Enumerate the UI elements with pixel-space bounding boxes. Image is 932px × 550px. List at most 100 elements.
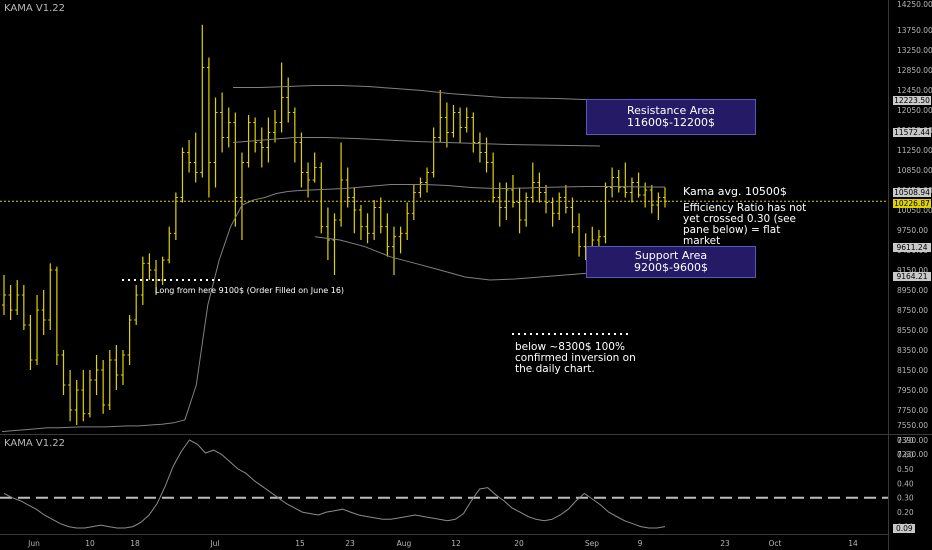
y-tick-label: 9750.00 — [897, 226, 928, 235]
ohlc-bar — [147, 253, 152, 280]
ohlc-bar — [187, 140, 192, 173]
ohlc-bar — [8, 285, 13, 320]
x-tick-label: Jul — [209, 539, 219, 548]
y-tick-label: 8950.00 — [897, 286, 928, 295]
ohlc-bar — [358, 205, 363, 240]
ohlc-bar — [663, 187, 667, 208]
lower-y-tick-label: 0.20 — [897, 508, 914, 517]
ohlc-bar — [127, 315, 132, 365]
ohlc-bar — [87, 370, 92, 418]
ohlc-bar — [180, 147, 185, 203]
ohlc-bar — [464, 107, 469, 133]
y-tick-label: 7950.00 — [897, 386, 928, 395]
ohlc-bar — [206, 57, 211, 198]
ohlc-bar — [15, 280, 20, 315]
ohlc-bar — [610, 167, 615, 198]
lower2-price-label: 9164.21 — [893, 272, 931, 281]
ohlc-bar — [173, 192, 178, 240]
ohlc-bar — [81, 370, 86, 422]
ohlc-bar — [48, 263, 53, 330]
ohlc-bar — [616, 170, 621, 193]
inner-upper-line — [232, 137, 601, 147]
lower-pane-title: KAMA V1.22 — [4, 438, 65, 449]
ohlc-bar — [21, 285, 26, 330]
y-tick-label: 13250.00 — [897, 46, 932, 55]
ohlc-bar — [623, 162, 628, 198]
ohlc-bar — [458, 107, 463, 143]
upper-band-price-label: 12223.50 — [893, 96, 931, 105]
x-tick-label: Jun — [27, 539, 40, 548]
inversion-line-3: the daily chart. — [515, 363, 595, 375]
ohlc-bar — [438, 90, 443, 143]
ohlc-bar — [544, 185, 549, 214]
ohlc-bar — [107, 350, 112, 410]
ohlc-bar — [636, 172, 641, 198]
ohlc-bar — [530, 162, 535, 203]
x-tick-label: 12 — [451, 539, 461, 548]
efficiency-ratio-line — [3, 439, 666, 529]
ohlc-bar — [299, 132, 304, 188]
ohlc-bar — [431, 127, 436, 178]
x-tick-label: Oct — [769, 539, 782, 548]
ohlc-bar — [385, 213, 390, 257]
ohlc-bar — [279, 62, 284, 133]
ohlc-bar — [239, 152, 244, 240]
ohlc-bar — [233, 112, 238, 227]
x-tick-label: 10 — [85, 539, 95, 548]
ohlc-bar — [319, 162, 324, 234]
ohlc-bar — [425, 167, 430, 193]
ohlc-bar — [378, 197, 383, 234]
ohlc-bar — [35, 295, 40, 365]
ohlc-bar — [471, 112, 476, 153]
ohlc-bar — [120, 350, 125, 385]
ohlc-bar — [259, 127, 264, 168]
ohlc-bar — [74, 380, 79, 425]
ohlc-bar — [352, 187, 357, 234]
ohlc-bar — [226, 107, 231, 148]
ohlc-bar — [649, 185, 654, 214]
y-tick-label: 7550.00 — [897, 421, 928, 430]
chart-canvas: 14250.00 13750.00 13250.00 12850.00 12450.00… — [0, 0, 932, 550]
y-tick-label: 8350.00 — [897, 346, 928, 355]
ohlc-bar — [2, 275, 6, 315]
support-range: 9200$-9600$ — [634, 261, 708, 274]
y-tick-label: 12850.00 — [897, 66, 932, 75]
ohlc-bar — [524, 192, 529, 227]
x-tick-label: 23 — [720, 539, 730, 548]
x-tick-label: Sep — [585, 539, 599, 548]
efficiency-note: Efficiency Ratio has not yet crossed 0.3… — [683, 203, 806, 247]
x-tick-label: 23 — [345, 539, 355, 548]
ohlc-bar — [325, 207, 330, 260]
ohlc-bar — [603, 182, 608, 244]
x-tick-label: Aug — [397, 539, 412, 548]
y-tick-label: 10850.00 — [897, 166, 932, 175]
upper2-price-label: 11572.44 — [893, 128, 931, 137]
lower-y-tick-label: 0.40 — [897, 479, 914, 488]
ohlc-bar — [292, 107, 297, 163]
y-tick-label: 14250.00 — [897, 0, 932, 9]
x-tick-label: 20 — [514, 539, 524, 548]
ohlc-bar — [167, 226, 172, 264]
ohlc-bar — [656, 192, 661, 220]
ohlc-bar — [418, 177, 423, 198]
ohlc-bar — [41, 290, 46, 335]
y-tick-label: 12050.00 — [897, 106, 932, 115]
ohlc-bar — [497, 182, 502, 227]
ohlc-bar — [570, 197, 575, 234]
ohlc-bar — [339, 142, 344, 227]
x-tick-label: 14 — [848, 539, 858, 548]
resistance-area-box: Resistance Area 11600$-12200$ — [586, 99, 756, 135]
ohlc-bar — [253, 117, 258, 153]
ohlc-bar — [550, 197, 555, 227]
ohlc-bar — [365, 213, 370, 244]
y-tick-label: 7750.00 — [897, 406, 928, 415]
ohlc-bar — [477, 132, 482, 163]
kama-avg-note: Kama avg. 10500$ — [683, 185, 787, 198]
x-tick-label: 18 — [130, 539, 140, 548]
ohlc-bar — [200, 24, 205, 178]
y-tick-label: 8550.00 — [897, 326, 928, 335]
ohlc-bar — [273, 110, 278, 143]
ohlc-bar — [114, 345, 119, 390]
x-tick-label: 9 — [638, 539, 643, 548]
x-tick-label: 15 — [295, 539, 305, 548]
